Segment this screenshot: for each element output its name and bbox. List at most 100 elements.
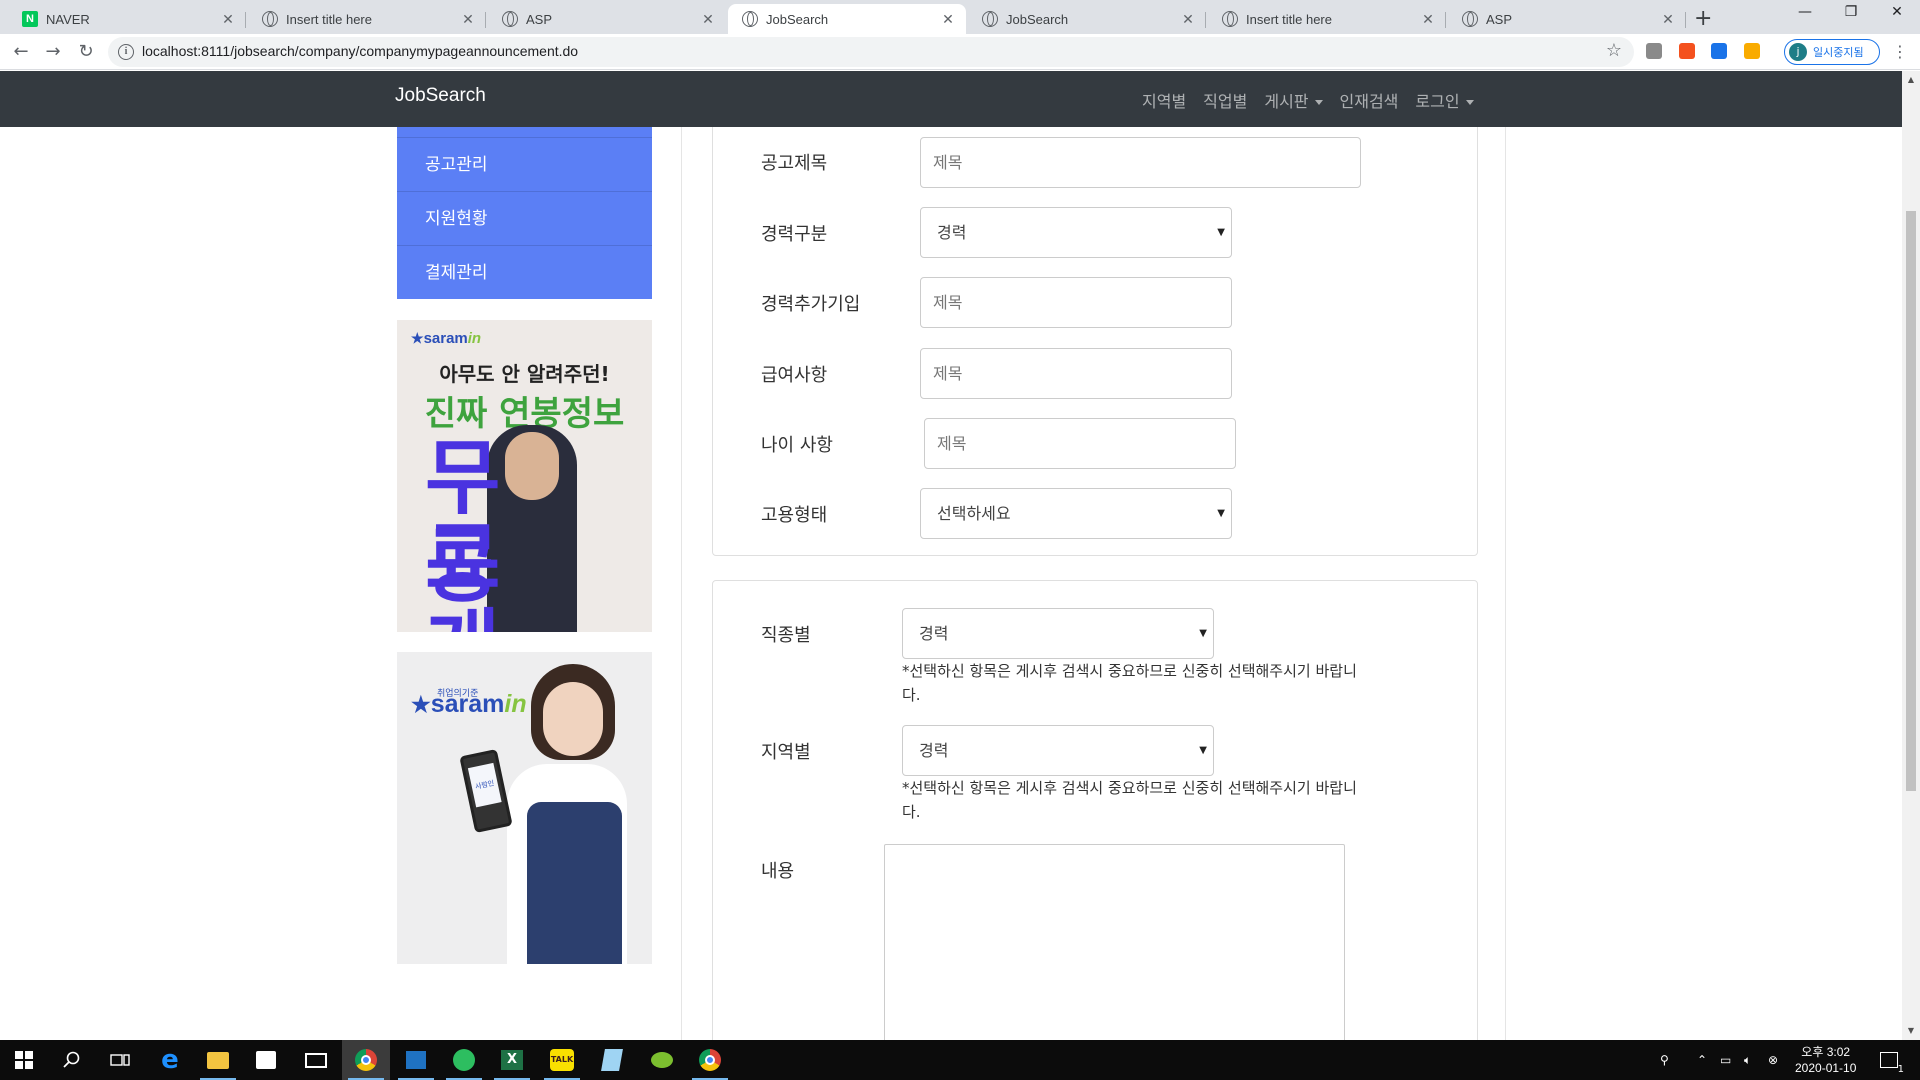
minimize-button[interactable]: — (1782, 4, 1828, 20)
side-menu-item-payments[interactable]: 결제관리 (397, 245, 652, 299)
scrollbar-thumb[interactable] (1906, 211, 1916, 791)
chrome-icon[interactable] (686, 1040, 734, 1080)
site-navbar: JobSearch 지역별 직업별 게시판 인재검색 로그인 (0, 71, 1902, 127)
region-select[interactable]: 경력 ▼ (902, 725, 1214, 776)
scroll-down-icon[interactable]: ▼ (1906, 1026, 1916, 1035)
volume-icon[interactable]: 🔈︎ (1744, 1040, 1751, 1080)
tab-asp[interactable]: ASP ✕ (1448, 4, 1686, 34)
close-window-button[interactable]: ✕ (1874, 4, 1920, 20)
status-icon[interactable]: ⊗ (1768, 1040, 1778, 1080)
tab-insert-title[interactable]: Insert title here ✕ (248, 4, 486, 34)
notification-center-icon[interactable]: 1 (1880, 1040, 1904, 1080)
nav-dropdown-label: 게시판 (1264, 92, 1309, 111)
nav-link-talent-search[interactable]: 인재검색 (1340, 88, 1399, 112)
ad-banner-salary[interactable]: ★saramin 아무도 안 알려주던! 진짜 연봉정보 무료 공개 (397, 320, 652, 632)
job-category-select[interactable]: 경력 ▼ (902, 608, 1214, 659)
dropdown-arrow-icon: ▼ (1217, 227, 1225, 238)
close-icon[interactable]: ✕ (700, 11, 716, 27)
ad-banner-saramin[interactable]: 취업의기준 ★saramin 사람인 (397, 652, 652, 964)
nav-dropdown-label: 로그인 (1415, 92, 1460, 111)
profile-label: 일시중지됨 (1813, 46, 1864, 59)
address-bar[interactable]: i localhost:8111/jobsearch/company/compa… (108, 37, 1634, 67)
career-select[interactable]: 경력 ▼ (920, 207, 1232, 258)
store-icon[interactable] (242, 1040, 290, 1080)
close-icon[interactable]: ✕ (940, 11, 956, 27)
task-view-icon[interactable] (96, 1040, 144, 1080)
mail-icon[interactable] (292, 1040, 340, 1080)
page-scrollbar[interactable]: ▲ ▼ (1902, 71, 1920, 1040)
back-button[interactable]: ← (9, 40, 33, 64)
excel-icon[interactable]: X (488, 1040, 536, 1080)
content-label: 내용 (761, 861, 795, 882)
career-company-input[interactable]: 제목 (920, 277, 1232, 328)
globe-icon (982, 11, 998, 27)
search-icon[interactable] (48, 1040, 96, 1080)
forward-button[interactable]: → (41, 40, 65, 64)
tab-jobsearch[interactable]: JobSearch ✕ (968, 4, 1206, 34)
brand-link[interactable]: JobSearch (395, 85, 486, 107)
extension-icon[interactable] (1711, 43, 1727, 59)
close-icon[interactable]: ✕ (460, 11, 476, 27)
restore-button[interactable]: ❐ (1828, 4, 1874, 20)
bookmark-star-icon[interactable]: ☆ (1606, 40, 1622, 61)
tab-title: ASP (1486, 11, 1513, 27)
globe-icon (262, 11, 278, 27)
tab-asp[interactable]: ASP ✕ (488, 4, 726, 34)
career-label: 경력구분 (761, 224, 828, 245)
kakaotalk-icon[interactable]: TALK (538, 1040, 586, 1080)
evernote-icon[interactable] (440, 1040, 488, 1080)
close-icon[interactable]: ✕ (1180, 11, 1196, 27)
browser-tab-strip: N NAVER ✕ Insert title here ✕ ASP ✕ JobS… (0, 0, 1920, 34)
title-input[interactable]: 제목 (920, 137, 1361, 188)
nav-link-job[interactable]: 직업별 (1203, 88, 1247, 112)
extension-icon[interactable] (1646, 43, 1662, 59)
age-input[interactable]: 제목 (924, 418, 1236, 469)
employment-type-select[interactable]: 선택하세요 ▼ (920, 488, 1232, 539)
saramin-logo: ★saramin (411, 690, 527, 718)
system-clock[interactable]: 오후 3:02 2020-01-10 (1795, 1044, 1856, 1076)
extension-icon[interactable] (1679, 43, 1695, 59)
browser-toolbar: ← → ↻ i localhost:8111/jobsearch/company… (0, 34, 1920, 70)
reload-button[interactable]: ↻ (74, 40, 98, 64)
caret-down-icon (1465, 100, 1474, 105)
nav-dropdown-login[interactable]: 로그인 (1415, 88, 1474, 112)
dropdown-arrow-icon: ▼ (1199, 745, 1207, 756)
ad-headline: 아무도 안 알려주던! (439, 362, 610, 386)
network-icon[interactable]: ▭ (1720, 1040, 1731, 1080)
nav-link-region[interactable]: 지역별 (1142, 88, 1186, 112)
tab-jobsearch-active[interactable]: JobSearch ✕ (728, 4, 966, 34)
avatar: j (1789, 43, 1807, 61)
analytics-icon[interactable] (1744, 43, 1760, 59)
salary-input[interactable]: 제목 (920, 348, 1232, 399)
scroll-up-icon[interactable]: ▲ (1906, 75, 1916, 84)
new-tab-button[interactable]: + (1694, 6, 1712, 31)
close-icon[interactable]: ✕ (1420, 11, 1436, 27)
close-icon[interactable]: ✕ (220, 11, 236, 27)
nav-dropdown-board[interactable]: 게시판 (1264, 88, 1323, 112)
chevron-up-icon[interactable]: ⌃ (1697, 1040, 1707, 1080)
tab-insert-title[interactable]: Insert title here ✕ (1208, 4, 1446, 34)
job-category-value: 경력 (919, 624, 949, 643)
job-category-note: *선택하신 항목은 게시후 검색시 중요하므로 신중히 선택해주시기 바랍니다. (902, 662, 1357, 704)
app-icon[interactable] (638, 1040, 686, 1080)
side-menu-item-applications[interactable]: 지원현황 (397, 191, 652, 245)
tab-naver[interactable]: N NAVER ✕ (8, 4, 246, 34)
content-textarea[interactable] (884, 844, 1345, 1040)
file-explorer-icon[interactable] (194, 1040, 242, 1080)
side-menu-item-announcements[interactable]: 공고관리 (397, 137, 652, 191)
side-menu: 공고관리 지원현황 결제관리 (397, 127, 652, 299)
profile-chip[interactable]: j 일시중지됨 (1784, 39, 1880, 65)
page-content: 공고관리 지원현황 결제관리 ★saramin 아무도 안 알려주던! 진짜 연… (0, 127, 1902, 1040)
clock-time: 오후 3:02 (1801, 1045, 1851, 1059)
menu-icon[interactable]: ⋮ (1892, 42, 1908, 61)
edge-browser-icon[interactable]: e (146, 1040, 194, 1080)
saramin-logo: ★saramin (411, 330, 482, 347)
info-icon[interactable]: i (118, 44, 134, 60)
chrome-icon[interactable] (342, 1040, 390, 1080)
start-button[interactable] (0, 1040, 48, 1080)
app-icon[interactable] (392, 1040, 440, 1080)
notepad-icon[interactable] (588, 1040, 636, 1080)
people-icon[interactable]: ⚲ (1660, 1040, 1669, 1080)
column-divider (1505, 127, 1506, 1040)
close-icon[interactable]: ✕ (1660, 11, 1676, 27)
